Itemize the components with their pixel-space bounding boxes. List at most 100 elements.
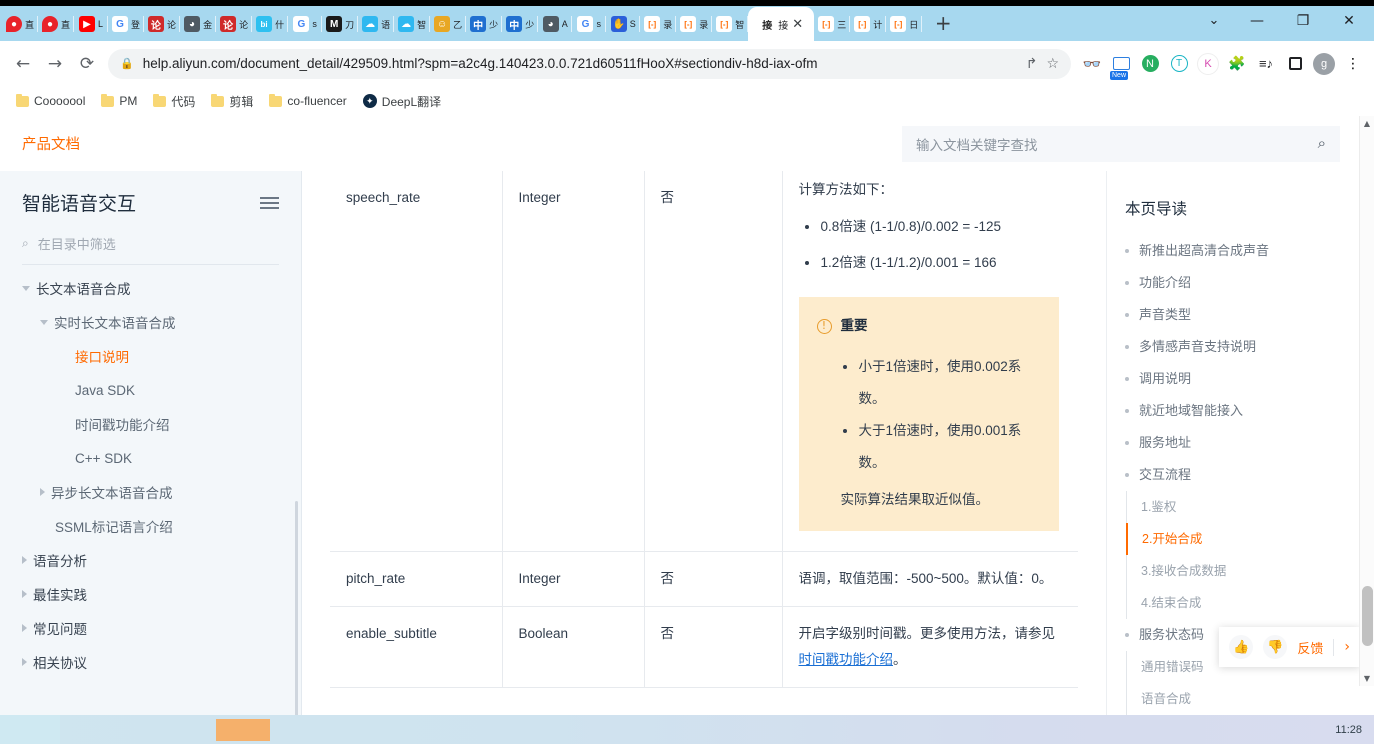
forward-button[interactable]: → bbox=[40, 49, 70, 79]
sidebar-item-1[interactable]: 实时长文本语音合成 bbox=[22, 305, 279, 339]
browser-tab[interactable]: Gs bbox=[288, 7, 323, 41]
sidebar-item-7[interactable]: SSML标记语言介绍 bbox=[22, 509, 279, 543]
toc-item-6[interactable]: 服务地址 bbox=[1125, 427, 1350, 459]
bookmark-item[interactable]: 代码 bbox=[147, 90, 201, 113]
scroll-down-arrow[interactable]: ▼ bbox=[1360, 671, 1374, 686]
sidebar-item-6[interactable]: 异步长文本语音合成 bbox=[22, 475, 279, 509]
address-bar[interactable]: 🔒 help.aliyun.com/document_detail/429509… bbox=[108, 48, 1071, 79]
browser-tab[interactable]: ● 直 bbox=[2, 7, 39, 41]
thumbs-up-icon[interactable]: 👍 bbox=[1229, 635, 1254, 659]
sidebar-scrollbar[interactable] bbox=[295, 501, 298, 715]
share-icon[interactable]: ↱ bbox=[1026, 55, 1038, 72]
search-icon[interactable]: ⌕ bbox=[1318, 135, 1326, 152]
minimize-button[interactable]: — bbox=[1234, 0, 1280, 41]
toc-item-1[interactable]: 功能介绍 bbox=[1125, 267, 1350, 299]
browser-tab[interactable]: [-] 录 bbox=[640, 7, 677, 41]
tab-search-chevron-icon[interactable]: ⌄ bbox=[1194, 0, 1234, 41]
playlist-icon[interactable]: ≡♪ bbox=[1253, 51, 1279, 77]
browser-tab[interactable]: [-] 录 bbox=[676, 7, 713, 41]
browser-tab[interactable]: 论论 bbox=[216, 7, 253, 41]
reload-button[interactable]: ⟳ bbox=[72, 49, 102, 79]
star-icon[interactable]: ☆ bbox=[1046, 55, 1059, 72]
screenshot-extension-icon[interactable]: New bbox=[1108, 51, 1134, 80]
browser-tab-active[interactable]: 接接 ✕ bbox=[748, 7, 815, 41]
timestamp-doc-link[interactable]: 时间戳功能介绍 bbox=[799, 652, 894, 667]
taskbar-item[interactable] bbox=[162, 719, 216, 741]
scroll-up-arrow[interactable]: ▲ bbox=[1360, 116, 1374, 131]
chevron-right-icon[interactable] bbox=[22, 556, 27, 564]
browser-tab[interactable]: ▶ L bbox=[74, 7, 109, 41]
sidebar-item-0[interactable]: 长文本语音合成 bbox=[22, 271, 279, 305]
sidebar-item-9[interactable]: 最佳实践 bbox=[22, 577, 279, 611]
browser-tab[interactable]: 中少 bbox=[466, 7, 503, 41]
toc-subitem-9[interactable]: 2.开始合成 bbox=[1126, 523, 1350, 555]
chrome-menu-icon[interactable]: ⋮ bbox=[1340, 51, 1366, 77]
browser-tab[interactable]: ◕ A bbox=[538, 7, 573, 41]
chevron-right-icon[interactable] bbox=[22, 658, 27, 666]
close-window-button[interactable]: ✕ bbox=[1326, 0, 1372, 41]
toc-item-7[interactable]: 交互流程 bbox=[1125, 459, 1350, 491]
taskbar-item[interactable] bbox=[108, 719, 162, 741]
bookmark-item[interactable]: 剪辑 bbox=[205, 90, 259, 113]
browser-tab[interactable]: bi 什 bbox=[252, 7, 289, 41]
browser-tab[interactable]: [-] 智 bbox=[712, 7, 749, 41]
browser-tab[interactable]: [-] 日 bbox=[886, 7, 923, 41]
browser-tab[interactable]: ☁ 语 bbox=[358, 7, 395, 41]
browser-tab[interactable]: ● 直 bbox=[38, 7, 75, 41]
sidebar-filter-input[interactable]: ⌕ 在目录中筛选 bbox=[22, 220, 279, 265]
chevron-right-icon[interactable] bbox=[40, 488, 45, 496]
scrollbar-thumb[interactable] bbox=[1362, 586, 1373, 646]
toc-item-3[interactable]: 多情感声音支持说明 bbox=[1125, 331, 1350, 363]
hamburger-icon[interactable] bbox=[260, 196, 279, 209]
sidebar-item-3[interactable]: Java SDK bbox=[22, 373, 279, 407]
toc-item-5[interactable]: 就近地域智能接入 bbox=[1125, 395, 1350, 427]
sidebar-item-8[interactable]: 语音分析 bbox=[22, 543, 279, 577]
new-tab-button[interactable]: + bbox=[928, 8, 958, 38]
browser-tab[interactable]: Gs bbox=[572, 7, 607, 41]
sidebar-item-2[interactable]: 接口说明 bbox=[22, 339, 279, 373]
toc-item-2[interactable]: 声音类型 bbox=[1125, 299, 1350, 331]
toc-subitem-11[interactable]: 4.结束合成 bbox=[1126, 587, 1350, 619]
toc-subitem-10[interactable]: 3.接收合成数据 bbox=[1126, 555, 1350, 587]
site-brand[interactable]: 产品文档 bbox=[22, 133, 80, 154]
side-panel-icon[interactable] bbox=[1282, 51, 1308, 77]
chevron-down-icon[interactable] bbox=[22, 285, 30, 291]
browser-tab[interactable]: 中少 bbox=[502, 7, 539, 41]
toc-subitem-14[interactable]: 语音合成 bbox=[1126, 683, 1350, 715]
sidebar-item-10[interactable]: 常见问题 bbox=[22, 611, 279, 645]
toc-subitem-8[interactable]: 1.鉴权 bbox=[1126, 491, 1350, 523]
translate-extension-icon[interactable]: T bbox=[1166, 51, 1192, 77]
browser-tab[interactable]: G登 bbox=[108, 7, 145, 41]
puzzle-extensions-icon[interactable]: 🧩 bbox=[1224, 51, 1250, 77]
notion-extension-icon[interactable]: N bbox=[1137, 51, 1163, 77]
taskbar-item-active[interactable] bbox=[216, 718, 270, 741]
browser-tab[interactable]: M刀 bbox=[322, 7, 359, 41]
browser-tab[interactable]: ✋ S bbox=[606, 7, 641, 41]
chevron-right-icon[interactable]: › bbox=[1344, 639, 1350, 655]
avatar[interactable]: g bbox=[1311, 51, 1337, 77]
bookmark-item[interactable]: Cooooool bbox=[10, 91, 91, 111]
chevron-right-icon[interactable] bbox=[22, 590, 27, 598]
feedback-label[interactable]: 反馈 bbox=[1297, 638, 1323, 657]
thumbs-down-icon[interactable]: 👎 bbox=[1263, 635, 1288, 659]
bookmark-item[interactable]: PM bbox=[95, 91, 143, 111]
toc-item-4[interactable]: 调用说明 bbox=[1125, 363, 1350, 395]
sidebar-item-4[interactable]: 时间戳功能介绍 bbox=[22, 407, 279, 441]
close-tab-icon[interactable]: ✕ bbox=[792, 18, 803, 31]
glasses-extension-icon[interactable]: 👓 bbox=[1079, 51, 1105, 77]
sidebar-item-11[interactable]: 相关协议 bbox=[22, 645, 279, 679]
browser-tab[interactable]: ☺ 乙 bbox=[430, 7, 467, 41]
maximize-restore-button[interactable]: ❐ bbox=[1280, 0, 1326, 41]
page-scrollbar[interactable]: ▲ ▼ bbox=[1359, 116, 1374, 686]
bookmark-item[interactable]: co-fluencer bbox=[263, 91, 352, 111]
browser-tab[interactable]: ☁ 智 bbox=[394, 7, 431, 41]
chevron-down-icon[interactable] bbox=[40, 319, 48, 325]
kimi-extension-icon[interactable]: K bbox=[1195, 51, 1221, 77]
sidebar-item-5[interactable]: C++ SDK bbox=[22, 441, 279, 475]
toc-item-0[interactable]: 新推出超高清合成声音 bbox=[1125, 235, 1350, 267]
browser-tab[interactable]: ◕ 金 bbox=[180, 7, 217, 41]
browser-tab[interactable]: [-] 三 bbox=[814, 7, 851, 41]
feedback-widget[interactable]: 👍 👎 反馈 › bbox=[1219, 627, 1360, 667]
chevron-right-icon[interactable] bbox=[22, 624, 27, 632]
browser-tab[interactable]: [-] 计 bbox=[850, 7, 887, 41]
